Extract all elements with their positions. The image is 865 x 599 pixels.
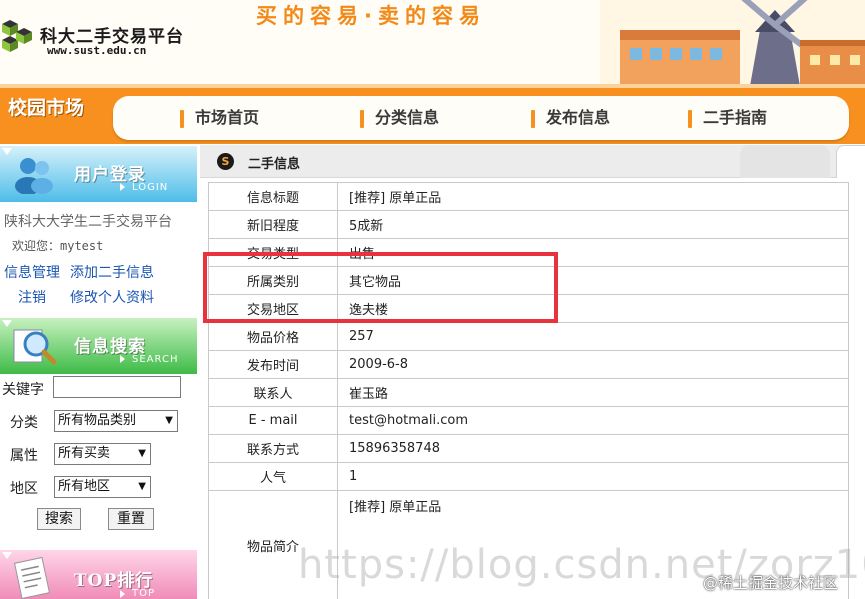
nav-item-categories[interactable]: 分类信息 (360, 107, 439, 129)
region-select-value: 所有地区 (58, 479, 111, 494)
attribute-select[interactable]: 所有买卖 ▼ (54, 443, 151, 465)
nav-item-label: 市场首页 (195, 108, 260, 127)
nav-item-label: 分类信息 (375, 108, 440, 127)
platform-name: 陕科大大学生二手交易平台 (4, 214, 172, 230)
sidebar: 用户登录 LOGIN 陕科大大学生二手交易平台 欢迎您：mytest 信息管理 … (0, 144, 198, 599)
header-decoration (836, 145, 865, 178)
nav-item-home[interactable]: 市场首页 (180, 107, 259, 129)
row-value: 15896358748 (337, 434, 849, 463)
row-label: 交易地区 (208, 294, 338, 323)
collapse-triangle-icon (2, 148, 12, 155)
row-value: 2009-6-8 (337, 350, 849, 379)
row-label: 联系方式 (208, 434, 338, 463)
table-row: 交易类型 出售 (208, 238, 849, 267)
arrow-right-icon (120, 355, 125, 363)
row-value: 其它物品 (337, 266, 849, 295)
attribute-label: 属性 (10, 448, 38, 464)
nav-item-guide[interactable]: 二手指南 (688, 107, 767, 129)
table-row: 人气 1 (208, 462, 849, 491)
collapse-triangle-icon (2, 552, 12, 559)
dropdown-arrow-icon: ▼ (165, 415, 173, 426)
row-value: 崔玉路 (337, 378, 849, 407)
info-manage-link[interactable]: 信息管理 (4, 262, 60, 282)
row-value: 出售 (337, 238, 849, 267)
item-detail-table: 信息标题 [推荐] 原单正品 新旧程度 5成新 交易类型 出售 所属类别 其它物… (208, 182, 849, 599)
dropdown-arrow-icon: ▼ (138, 481, 146, 492)
login-subtitle: LOGIN (132, 182, 169, 193)
nav-separator-icon (531, 109, 535, 128)
row-value: 逸夫楼 (337, 294, 849, 323)
table-row: 联系人 崔玉路 (208, 378, 849, 407)
row-value: test@hotmali.com (337, 406, 849, 435)
header-decoration (740, 145, 830, 178)
table-row: 发布时间 2009-6-8 (208, 350, 849, 379)
row-label: 发布时间 (208, 350, 338, 379)
add-info-link[interactable]: 添加二手信息 (70, 262, 154, 282)
nav-stripe (0, 84, 865, 88)
search-panel-header: 信息搜索 SEARCH (0, 318, 197, 374)
row-label: 信息标题 (208, 182, 338, 211)
top-ranking-panel-header: TOP排行 TOP (0, 550, 197, 599)
table-row: 物品价格 257 (208, 322, 849, 351)
windmill-building-illustration (600, 0, 865, 86)
detail-panel-title: 二手信息 (248, 157, 301, 172)
category-select[interactable]: 所有物品类别 ▼ (54, 410, 178, 432)
search-subtitle: SEARCH (132, 354, 179, 365)
campus-market-label: 校园市场 (0, 92, 112, 124)
row-label: 人气 (208, 462, 338, 491)
keyword-input[interactable] (53, 376, 181, 398)
logout-link[interactable]: 注销 (18, 287, 46, 307)
row-label: 联系人 (208, 378, 338, 407)
category-label: 分类 (10, 415, 38, 431)
arrow-right-icon (120, 183, 125, 191)
edit-profile-link[interactable]: 修改个人资料 (70, 287, 154, 307)
detail-panel-header: S 二手信息 (200, 145, 865, 178)
arrow-right-icon (120, 590, 125, 598)
region-select[interactable]: 所有地区 ▼ (54, 476, 151, 498)
table-row: 信息标题 [推荐] 原单正品 (208, 182, 849, 211)
table-row: 所属类别 其它物品 (208, 266, 849, 295)
magnifier-icon (13, 329, 57, 365)
s-badge-icon: S (217, 153, 234, 170)
row-label: 新旧程度 (208, 210, 338, 239)
region-label: 地区 (10, 481, 38, 497)
search-button[interactable]: 搜索 (37, 508, 81, 530)
row-value: 5成新 (337, 210, 849, 239)
table-row: E - mail test@hotmali.com (208, 406, 849, 435)
ranking-document-icon (14, 556, 51, 599)
reset-button[interactable]: 重置 (108, 508, 154, 530)
row-label: E - mail (208, 406, 338, 435)
nav-separator-icon (688, 109, 692, 128)
row-value: 257 (337, 322, 849, 351)
table-row: 交易地区 逸夫楼 (208, 294, 849, 323)
row-value: [推荐] 原单正品 (337, 182, 849, 211)
row-value: 1 (337, 462, 849, 491)
login-panel-header: 用户登录 LOGIN (0, 146, 197, 202)
logo-cubes-icon (2, 20, 32, 52)
row-label: 所属类别 (208, 266, 338, 295)
attribute-select-value: 所有买卖 (58, 446, 111, 461)
table-row: 联系方式 15896358748 (208, 434, 849, 463)
welcome-text: 欢迎您：mytest (12, 239, 104, 253)
source-credit: @稀土掘金技术社区 (703, 574, 839, 592)
nav-item-label: 发布信息 (546, 108, 611, 127)
nav-item-publish[interactable]: 发布信息 (531, 107, 610, 129)
banner-slogan: 买的容易·卖的容易 (256, 4, 486, 28)
nav-separator-icon (180, 109, 184, 128)
row-label: 物品价格 (208, 322, 338, 351)
top-ranking-subtitle: TOP (132, 588, 156, 599)
row-label: 交易类型 (208, 238, 338, 267)
site-banner: 科大二手交易平台 www.sust.edu.cn 买的容易·卖的容易 (0, 0, 865, 86)
category-select-value: 所有物品类别 (58, 413, 137, 428)
user-group-icon (15, 158, 53, 194)
dropdown-arrow-icon: ▼ (138, 448, 146, 459)
nav-separator-icon (360, 109, 364, 128)
site-url: www.sust.edu.cn (47, 44, 147, 57)
nav-item-label: 二手指南 (703, 108, 768, 127)
table-row: 新旧程度 5成新 (208, 210, 849, 239)
keyword-label: 关键字 (2, 382, 44, 398)
